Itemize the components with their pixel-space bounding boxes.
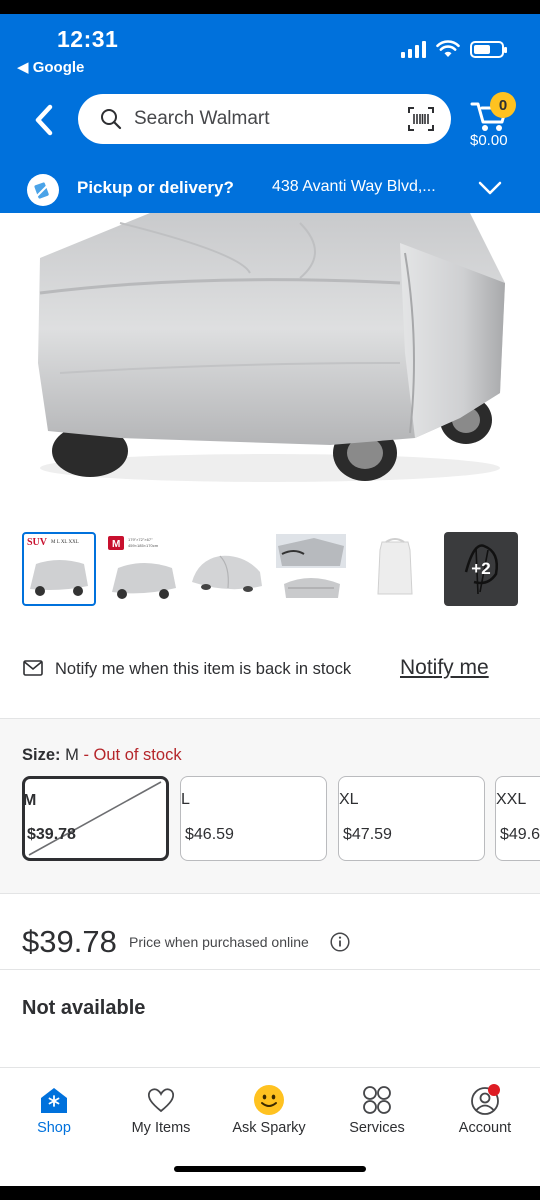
tab-account[interactable]: Account	[431, 1068, 539, 1148]
tab-services[interactable]: Services	[323, 1068, 431, 1148]
status-time: 12:31	[57, 26, 119, 52]
bottom-bezel	[0, 1186, 540, 1200]
sparky-icon	[254, 1085, 284, 1115]
svg-text:459×185×170cm: 459×185×170cm	[128, 543, 159, 548]
tab-label: Services	[349, 1120, 405, 1136]
size-option-xl[interactable]: XL $47.59	[338, 776, 485, 861]
out-of-stock-slash	[28, 781, 162, 856]
size-stock-status: Out of stock	[93, 746, 182, 764]
price-row: $39.78 Price when purchased online	[0, 920, 540, 970]
wifi-icon	[436, 40, 460, 57]
signal-icon	[401, 40, 426, 58]
size-options: M $39.78 L $46.59 XL $47.59 XXL $49.6	[22, 776, 540, 866]
shop-icon	[41, 1088, 67, 1113]
info-icon[interactable]	[330, 932, 350, 952]
status-icons	[401, 40, 507, 58]
product-price: $39.78	[22, 924, 117, 959]
chevron-down-icon	[478, 181, 502, 195]
cart-count-badge: 0	[490, 92, 516, 118]
size-separator: -	[78, 746, 94, 764]
image-thumbnails: SUV M L XL XXL M 179"×72"×67" 459×185×17…	[0, 530, 540, 610]
divider	[0, 969, 540, 970]
notify-me-link[interactable]: Notify me	[400, 656, 489, 680]
header: 12:31 ◀ Google Search Walmart 0 $0.00 Pi…	[0, 14, 540, 213]
notify-text: Notify me when this item is back in stoc…	[55, 660, 352, 678]
size-option-l[interactable]: L $46.59	[180, 776, 327, 861]
size-option-label: XL	[339, 791, 359, 808]
size-title-label: Size:	[22, 746, 61, 764]
mail-icon	[23, 660, 43, 676]
back-arrow-icon[interactable]	[30, 102, 60, 138]
price-note: Price when purchased online	[129, 934, 309, 950]
size-option-label: XXL	[496, 791, 527, 808]
back-to-app-link[interactable]: ◀ Google	[17, 58, 84, 76]
heart-icon	[147, 1088, 175, 1113]
bag-thumbnail[interactable]	[358, 532, 432, 606]
size-option-label: L	[181, 791, 190, 808]
barcode-scan-icon[interactable]	[407, 106, 435, 132]
tab-label: My Items	[131, 1120, 191, 1136]
size-option-xxl[interactable]: XXL $49.6	[495, 776, 540, 861]
covered-car-thumbnail[interactable]	[190, 532, 264, 606]
pickup-address: 438 Avanti Way Blvd,...	[272, 178, 436, 195]
size-option-price: $47.59	[343, 826, 392, 843]
size-chart-thumbnail[interactable]: M 179"×72"×67" 459×185×170cm	[106, 532, 180, 606]
tab-ask-sparky[interactable]: Ask Sparky	[215, 1068, 323, 1148]
suv-sizes-thumbnail[interactable]: SUV M L XL XXL	[22, 532, 96, 606]
detail-thumbnail[interactable]	[274, 532, 348, 606]
search-placeholder: Search Walmart	[134, 108, 270, 129]
tab-label: Ask Sparky	[232, 1120, 306, 1136]
product-image[interactable]	[0, 213, 540, 513]
svg-text:179"×72"×67": 179"×72"×67"	[128, 537, 153, 542]
battery-icon	[470, 41, 507, 58]
app-screen: 12:31 ◀ Google Search Walmart 0 $0.00 Pi…	[0, 0, 540, 1200]
svg-text:M L XL XXL: M L XL XXL	[51, 540, 79, 545]
pickup-label: Pickup or delivery?	[77, 178, 234, 197]
search-input[interactable]: Search Walmart	[78, 94, 451, 144]
availability-status: Not available	[22, 997, 146, 1019]
size-selector: Size: M - Out of stock M $39.78 L $46.59…	[0, 718, 540, 894]
size-option-price: $39.78	[27, 826, 76, 843]
svg-text:SUV: SUV	[27, 537, 48, 548]
size-option-label: M	[23, 792, 37, 809]
pickup-truck-icon	[27, 174, 59, 206]
top-bezel	[0, 0, 540, 14]
tab-label: Account	[458, 1120, 512, 1136]
svg-text:M: M	[112, 539, 120, 550]
size-selected-value: M	[65, 746, 79, 764]
back-in-stock-notify: Notify me when this item is back in stoc…	[0, 648, 540, 692]
search-icon	[101, 109, 122, 130]
cart-total: $0.00	[470, 132, 508, 149]
home-indicator[interactable]	[174, 1166, 366, 1172]
more-images-thumbnail[interactable]: +2	[444, 532, 518, 606]
more-images-count: +2	[471, 559, 491, 578]
size-option-price: $49.6	[500, 826, 540, 843]
account-icon	[471, 1084, 500, 1115]
tab-shop[interactable]: Shop	[0, 1068, 108, 1148]
size-option-price: $46.59	[185, 826, 234, 843]
tab-label: Shop	[37, 1120, 71, 1136]
size-option-m[interactable]: M $39.78	[22, 776, 169, 861]
services-icon	[363, 1086, 391, 1114]
pickup-delivery-selector[interactable]: Pickup or delivery? 438 Avanti Way Blvd,…	[0, 170, 540, 210]
tab-my-items[interactable]: My Items	[107, 1068, 215, 1148]
size-title: Size: M - Out of stock	[22, 746, 182, 765]
